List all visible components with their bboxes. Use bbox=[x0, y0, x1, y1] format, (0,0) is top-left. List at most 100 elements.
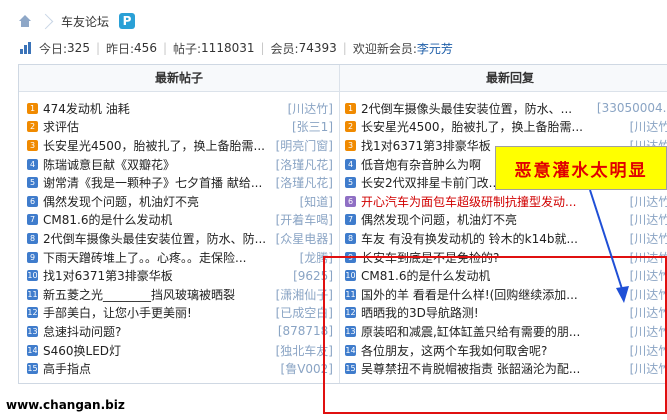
post-author-link[interactable]: [川达竹] bbox=[626, 192, 667, 210]
post-author-link[interactable]: [洛瑾凡花] bbox=[272, 155, 333, 173]
post-list-item[interactable]: 5 谢常清《我是一颗种子》七夕首播 献给... [洛瑾凡花] bbox=[27, 173, 333, 192]
post-title-link[interactable]: 长安2代双排星卡前门改... bbox=[361, 174, 500, 191]
reply-list-item[interactable]: 9 长安车到底是不是免检的? [川达竹] bbox=[345, 248, 667, 267]
new-member-link[interactable]: 李元芳 bbox=[417, 40, 453, 57]
post-list-item[interactable]: 15 高手指点 [鲁V002] bbox=[27, 359, 333, 378]
post-title-link[interactable]: 陈瑞诚意巨献《双瓣花》 bbox=[43, 156, 175, 173]
rank-badge: 9 bbox=[27, 251, 38, 263]
post-list-item[interactable]: 10 找1对6371第3排豪华板 [9625] bbox=[27, 266, 333, 285]
post-author-link[interactable]: [众星电器] bbox=[272, 229, 333, 247]
post-author-link[interactable]: [独北车友] bbox=[272, 341, 333, 359]
post-title-link[interactable]: CM81.6的是什么发动机 bbox=[361, 267, 490, 284]
post-title-link[interactable]: 下雨天蹭砖堆上了。。心疼。。走保险... bbox=[43, 249, 246, 266]
reply-list-item[interactable]: 11 国外的羊 看看是什么样!(回购继续添加... [川达竹] bbox=[345, 285, 667, 304]
post-author-link[interactable]: [川达竹] bbox=[626, 360, 667, 378]
reply-list-item[interactable]: 12 晒晒我的3D导航路测! [川达竹] bbox=[345, 304, 667, 323]
post-author-link[interactable]: [张三1] bbox=[289, 118, 333, 136]
post-title-link[interactable]: 2代倒车摄像头最佳安装位置，防水、... bbox=[361, 100, 572, 117]
reply-list-item[interactable]: 2 长安星光4500，胎被扎了，换上备胎需... [川达竹] bbox=[345, 118, 667, 137]
post-title-link[interactable]: 晒晒我的3D导航路测! bbox=[361, 304, 479, 321]
post-author-link[interactable]: [878718] bbox=[274, 324, 333, 339]
post-title-link[interactable]: CM81.6的是什么发动机 bbox=[43, 211, 172, 228]
reply-list-item[interactable]: 10 CM81.6的是什么发动机 [川达竹] bbox=[345, 266, 667, 285]
rank-badge: 12 bbox=[345, 307, 356, 319]
post-title-link[interactable]: 高手指点 bbox=[43, 360, 91, 377]
post-list-item[interactable]: 8 2代倒车摄像头最佳安装位置，防水、防... [众星电器] bbox=[27, 229, 333, 248]
post-title-link[interactable]: 偶然发现个问题，机油灯不亮 bbox=[43, 193, 199, 210]
forum-stats-bar: 今日: 325 | 昨日: 456 | 帖子: 1118031 | 会员: 74… bbox=[20, 40, 453, 56]
post-list-item[interactable]: 6 偶然发现个问题，机油灯不亮 [知道] bbox=[27, 192, 333, 211]
post-title-link[interactable]: 长安星光4500，胎被扎了，换上备胎需... bbox=[43, 137, 265, 154]
post-author-link[interactable]: [川达竹] bbox=[626, 211, 667, 229]
post-author-link[interactable]: [洛瑾凡花] bbox=[272, 174, 333, 192]
post-title-link[interactable]: 低音炮有杂音肿么为啊 bbox=[361, 156, 481, 173]
breadcrumb-forum-link[interactable]: 车友论坛 bbox=[61, 13, 109, 30]
welcome-label: 欢迎新会员: bbox=[352, 41, 417, 56]
post-list-item[interactable]: 4 陈瑞诚意巨献《双瓣花》 [洛瑾凡花] bbox=[27, 155, 333, 174]
post-title-link[interactable]: 474发动机 油耗 bbox=[43, 100, 130, 117]
post-author-link[interactable]: [潇湘仙子] bbox=[272, 285, 333, 303]
post-author-link[interactable]: [已成空白] bbox=[272, 304, 333, 322]
reply-list-item[interactable]: 15 吴尊禁扭不肯脱帽被指责 张韶涵沦为配... [川达竹] bbox=[345, 359, 667, 378]
reply-list-item[interactable]: 8 车友 有没有换发动机的 铃木的k14b就... [川达竹] bbox=[345, 229, 667, 248]
post-author-link[interactable]: [川达竹] bbox=[626, 229, 667, 247]
post-title-link[interactable]: 找1对6371第3排豪华板 bbox=[361, 137, 491, 154]
post-list-item[interactable]: 11 新五菱之光________挡风玻璃被晒裂 [潇湘仙子] bbox=[27, 285, 333, 304]
post-author-link[interactable]: [川达竹] bbox=[626, 118, 667, 136]
rank-badge: 15 bbox=[27, 363, 38, 375]
rank-badge: 12 bbox=[27, 307, 38, 319]
rank-badge: 8 bbox=[345, 232, 356, 244]
home-icon[interactable] bbox=[18, 15, 32, 27]
reply-list-item[interactable]: 14 各位朋友，这两个车我如何取舍呢? [川达竹] bbox=[345, 341, 667, 360]
post-author-link[interactable]: [鲁V002] bbox=[277, 360, 333, 378]
post-title-link[interactable]: 怠速抖动问题? bbox=[43, 323, 121, 340]
post-list-item[interactable]: 12 手部美白，让您小手更美丽! [已成空白] bbox=[27, 304, 333, 323]
rank-badge: 14 bbox=[345, 344, 356, 356]
reply-list-item[interactable]: 1 2代倒车摄像头最佳安装位置，防水、... [33050004..] bbox=[345, 99, 667, 118]
post-list-item[interactable]: 1 474发动机 油耗 [川达竹] bbox=[27, 99, 333, 118]
post-list-item[interactable]: 2 求评估 [张三1] bbox=[27, 118, 333, 137]
post-author-link[interactable]: [川达竹] bbox=[626, 322, 667, 340]
forum-logo-icon[interactable]: P bbox=[119, 13, 136, 29]
post-title-link[interactable]: S460换LED灯 bbox=[43, 342, 121, 359]
post-list-item[interactable]: 14 S460换LED灯 [独北车友] bbox=[27, 341, 333, 360]
post-title-link[interactable]: 车友 有没有换发动机的 铃木的k14b就... bbox=[361, 230, 578, 247]
post-title-link[interactable]: 国外的羊 看看是什么样!(回购继续添加... bbox=[361, 286, 578, 303]
post-list-item[interactable]: 9 下雨天蹭砖堆上了。。心疼。。走保险... [龙腾] bbox=[27, 248, 333, 267]
post-title-link[interactable]: 谢常清《我是一颗种子》七夕首播 献给... bbox=[43, 174, 262, 191]
post-title-link[interactable]: 长安车到底是不是免检的? bbox=[361, 249, 499, 266]
stat-posts-value: 1118031 bbox=[201, 41, 255, 55]
reply-list-item[interactable]: 7 偶然发现个问题，机油灯不亮 [川达竹] bbox=[345, 211, 667, 230]
reply-list-item[interactable]: 6 开心汽车为面包车超级研制抗撞型发动... [川达竹] bbox=[345, 192, 667, 211]
post-author-link[interactable]: [明亮门窗] bbox=[272, 136, 333, 154]
post-author-link[interactable]: [知道] bbox=[296, 192, 333, 210]
post-list-item[interactable]: 3 长安星光4500，胎被扎了，换上备胎需... [明亮门窗] bbox=[27, 136, 333, 155]
post-author-link[interactable]: [开着车喝] bbox=[272, 211, 333, 229]
post-author-link[interactable]: [川达竹] bbox=[626, 341, 667, 359]
post-author-link[interactable]: [川达竹] bbox=[284, 99, 333, 117]
post-title-link[interactable]: 新五菱之光________挡风玻璃被晒裂 bbox=[43, 286, 235, 303]
post-author-link[interactable]: [龙腾] bbox=[296, 248, 333, 266]
post-title-link[interactable]: 偶然发现个问题，机油灯不亮 bbox=[361, 211, 517, 228]
post-list-item[interactable]: 13 怠速抖动问题? [878718] bbox=[27, 322, 333, 341]
rank-badge: 4 bbox=[345, 158, 356, 170]
reply-list-item[interactable]: 13 原装昭和减震,缸体缸盖只给有需要的朋... [川达竹] bbox=[345, 322, 667, 341]
post-title-link[interactable]: 找1对6371第3排豪华板 bbox=[43, 267, 173, 284]
post-author-link[interactable]: [9625] bbox=[290, 268, 333, 283]
post-author-link[interactable]: [川达竹] bbox=[626, 267, 667, 285]
post-list-item[interactable]: 7 CM81.6的是什么发动机 [开着车喝] bbox=[27, 211, 333, 230]
post-title-link[interactable]: 2代倒车摄像头最佳安装位置，防水、防... bbox=[43, 230, 266, 247]
post-title-link[interactable]: 求评估 bbox=[43, 118, 79, 135]
post-title-link[interactable]: 手部美白，让您小手更美丽! bbox=[43, 304, 192, 321]
column-header-latest-posts: 最新帖子 bbox=[19, 65, 339, 92]
post-author-link[interactable]: [33050004..] bbox=[593, 101, 667, 116]
post-title-link[interactable]: 长安星光4500，胎被扎了，换上备胎需... bbox=[361, 118, 583, 135]
rank-badge: 7 bbox=[27, 214, 38, 226]
post-title-link[interactable]: 原装昭和减震,缸体缸盖只给有需要的朋... bbox=[361, 323, 580, 340]
post-title-link[interactable]: 吴尊禁扭不肯脱帽被指责 张韶涵沦为配... bbox=[361, 360, 580, 377]
post-author-link[interactable]: [川达竹] bbox=[626, 304, 667, 322]
post-author-link[interactable]: [川达竹] bbox=[626, 285, 667, 303]
post-title-link[interactable]: 开心汽车为面包车超级研制抗撞型发动... bbox=[361, 193, 576, 210]
post-author-link[interactable]: [川达竹] bbox=[626, 248, 667, 266]
post-title-link[interactable]: 各位朋友，这两个车我如何取舍呢? bbox=[361, 342, 547, 359]
